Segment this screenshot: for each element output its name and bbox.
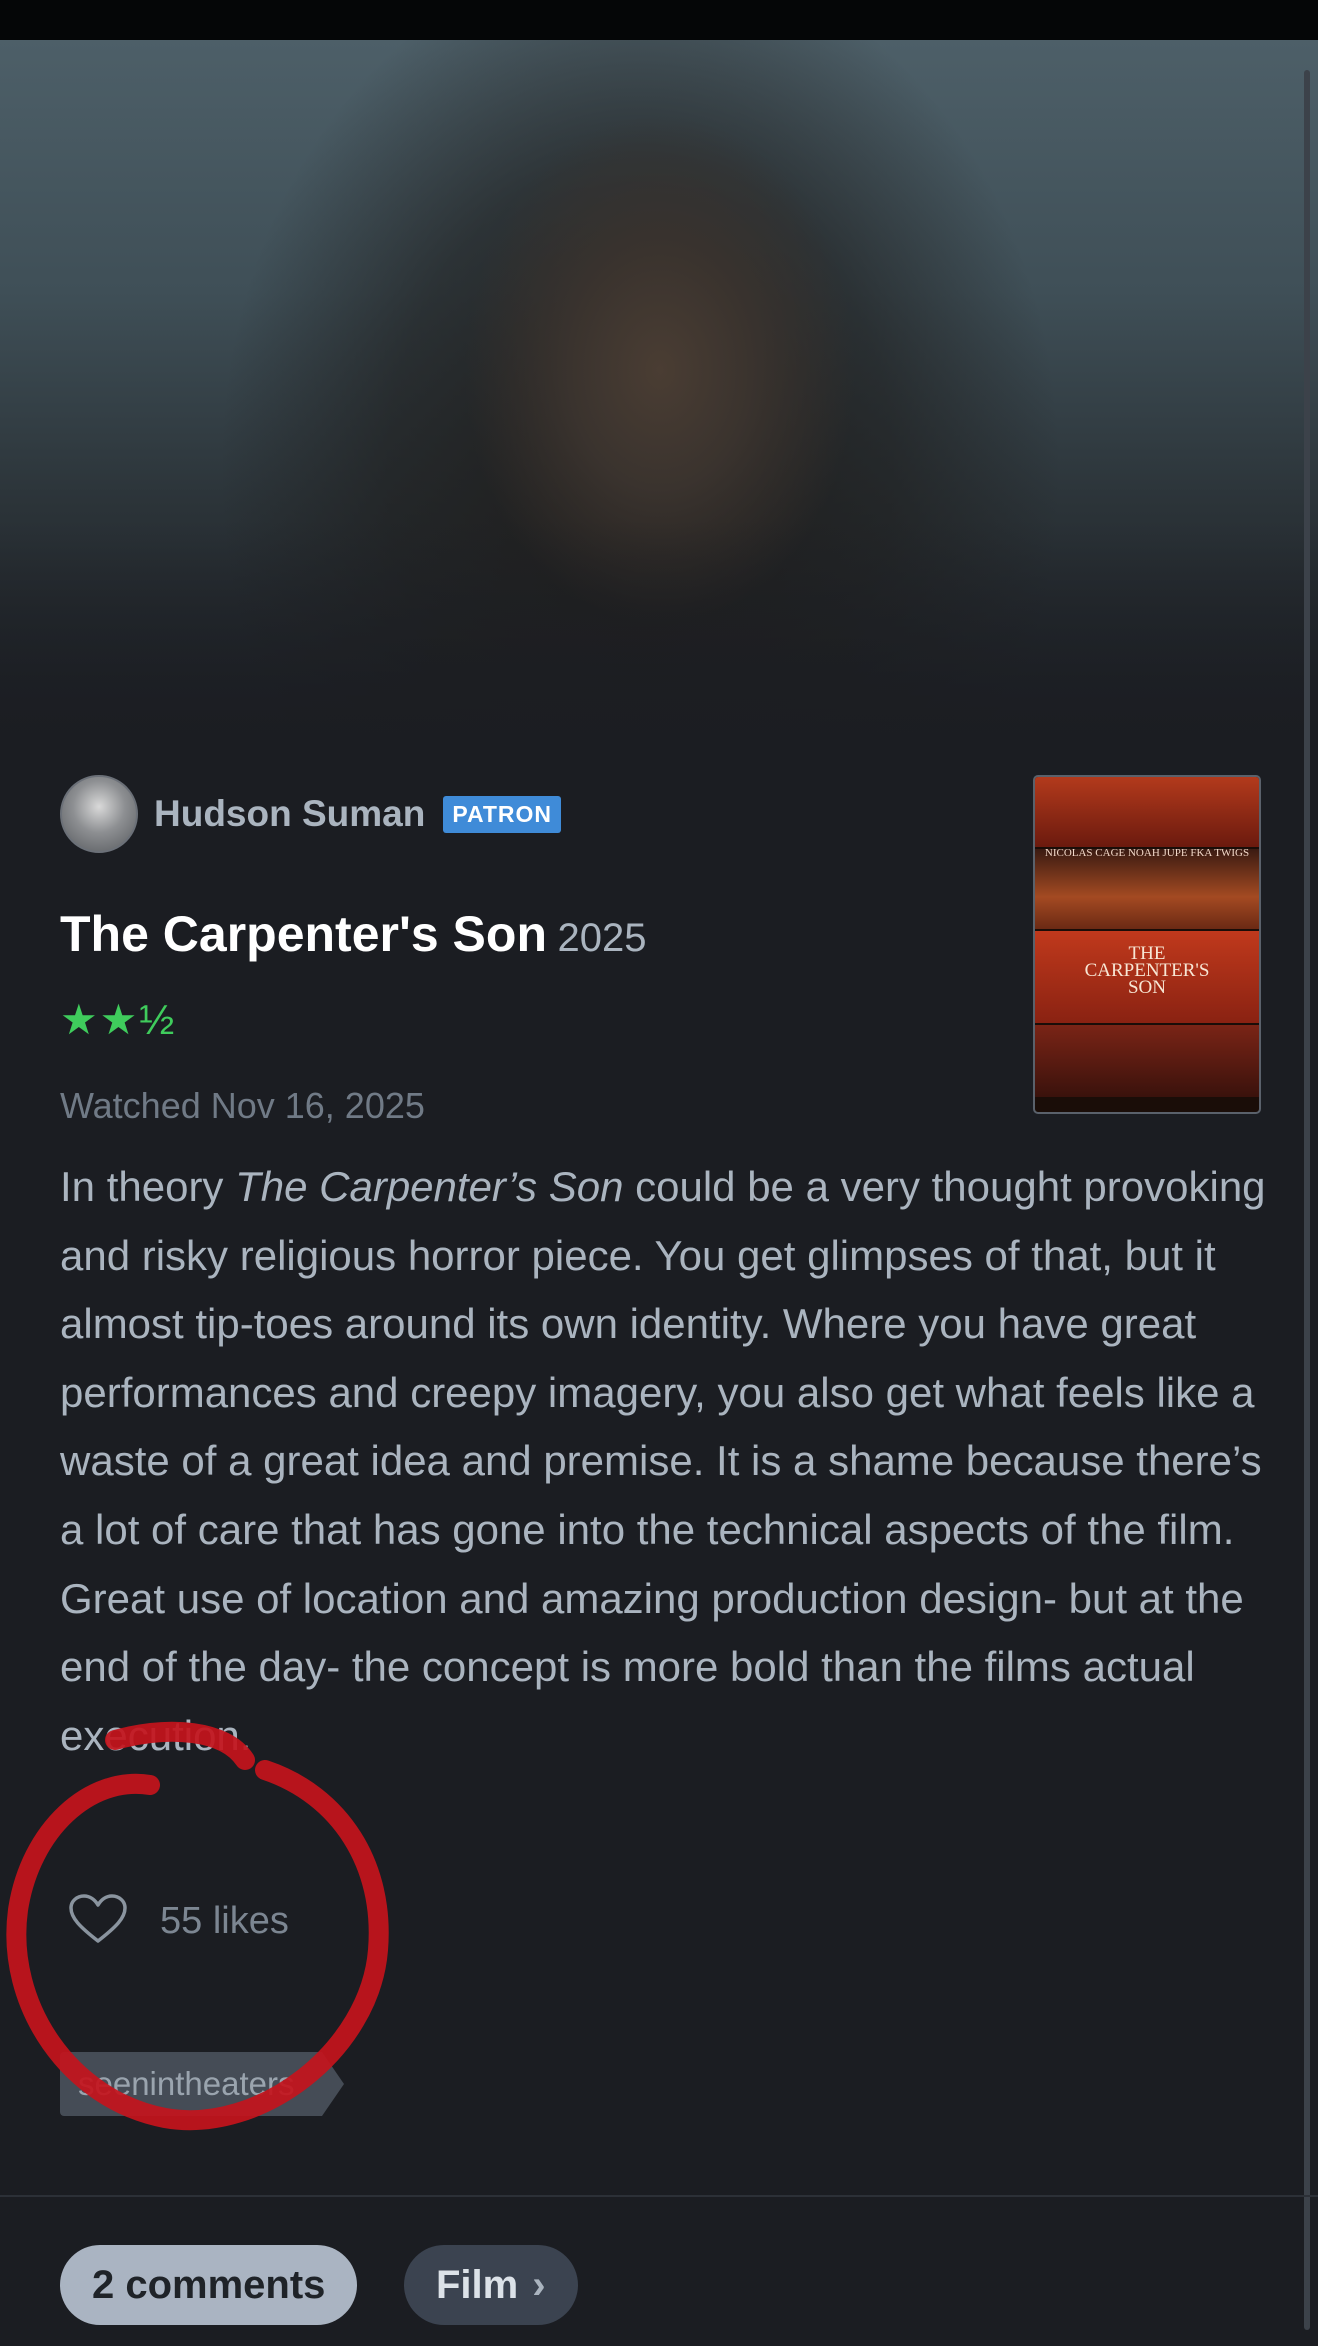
- poster-band: [1035, 849, 1259, 929]
- review-film-title: The Carpenter’s Son: [235, 1163, 624, 1210]
- poster-band: [1035, 1025, 1259, 1097]
- heart-icon[interactable]: [68, 1893, 128, 1950]
- film-year[interactable]: 2025: [557, 916, 646, 960]
- film-poster[interactable]: NICOLAS CAGE NOAH JUPE FKA TWIGS THE CAR…: [1033, 775, 1261, 1114]
- patron-badge: PATRON: [443, 795, 562, 833]
- status-bar: [0, 0, 1318, 40]
- chevron-right-icon: ›: [532, 2263, 546, 2307]
- likes-section: 55 likes: [68, 1893, 289, 1950]
- review-text: could be a very thought provoking and ri…: [60, 1163, 1266, 1759]
- film-title[interactable]: The Carpenter's Son: [60, 906, 547, 962]
- review-body: In theory The Carpenter’s Son could be a…: [60, 1153, 1270, 1770]
- poster-cast-line: NICOLAS CAGE NOAH JUPE FKA TWIGS: [1044, 847, 1250, 859]
- review-text: In theory: [60, 1163, 236, 1210]
- film-button[interactable]: Film ›: [404, 2245, 578, 2325]
- scrollbar[interactable]: [1304, 70, 1310, 2330]
- star-rating: ★★½: [60, 996, 177, 1043]
- review-author[interactable]: Hudson Suman PATRON: [60, 775, 562, 853]
- backdrop-fade: [0, 520, 1318, 780]
- author-name[interactable]: Hudson Suman: [154, 793, 425, 835]
- poster-title: THE CARPENTER'S SON: [1084, 943, 1210, 998]
- tag-chip[interactable]: seenintheaters: [60, 2052, 346, 2116]
- likes-count[interactable]: 55 likes: [160, 1900, 289, 1943]
- poster-band: [1035, 777, 1259, 847]
- film-heading: The Carpenter's Son 2025: [60, 905, 646, 963]
- avatar[interactable]: [60, 775, 138, 853]
- comments-button[interactable]: 2 comments: [60, 2245, 358, 2325]
- watched-date: Watched Nov 16, 2025: [60, 1085, 425, 1126]
- section-divider: [0, 2195, 1318, 2197]
- film-button-label: Film: [436, 2263, 519, 2307]
